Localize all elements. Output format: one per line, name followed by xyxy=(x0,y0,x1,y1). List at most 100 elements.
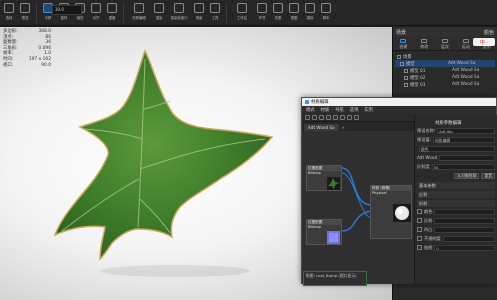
toolbar-button-label: 旋转 xyxy=(60,15,68,20)
parameter-row: 预设值: 材质编辑 xyxy=(417,135,495,144)
scene-row[interactable]: 场景 xyxy=(395,53,495,60)
tool-button-icon[interactable] xyxy=(312,114,317,120)
scene-row-name: 模型 01 xyxy=(410,68,426,74)
toolbar-button-label: 对齐 xyxy=(92,15,100,20)
select-icon xyxy=(4,3,14,13)
toolbar-button-script[interactable]: 脚本 xyxy=(319,2,333,24)
tool-button-icon[interactable] xyxy=(326,114,331,120)
toolbar-button-simulation[interactable]: 模拟 xyxy=(303,2,317,24)
parameter-field[interactable]: 颜色 xyxy=(419,145,495,152)
parameter-field[interactable]: 材质编辑 xyxy=(432,136,495,143)
visibility-checkbox[interactable] xyxy=(397,54,401,59)
toolbar-button-material-editor[interactable]: 材质编辑 xyxy=(128,2,150,24)
toolbar-button-environment[interactable]: 环境 xyxy=(255,2,269,24)
toolbar-button-effects[interactable]: 效果 xyxy=(271,2,285,24)
toolbar-button-label: 渲染帧窗口 xyxy=(170,15,188,20)
visibility-checkbox[interactable] xyxy=(404,68,408,73)
scene-row[interactable]: 模型 Adt Wood Sa xyxy=(395,60,495,67)
parameter-section[interactable]: 折射 xyxy=(417,200,495,207)
map-label: 不透明度 xyxy=(424,235,441,241)
coordinate-field[interactable]: 30.0 xyxy=(52,5,82,15)
scene-row[interactable]: 模型 03 Adt Wood Sa xyxy=(395,81,495,88)
toolbar-button-view[interactable]: 视图 xyxy=(287,2,301,24)
node-subtitle: Bitmap xyxy=(307,225,341,230)
menu-item[interactable]: 材质 xyxy=(321,107,330,113)
ivy-leaf-model[interactable] xyxy=(50,49,300,279)
toolbar-button-scene[interactable]: 场景 xyxy=(192,2,206,24)
visibility-checkbox[interactable] xyxy=(404,82,408,87)
tool-button-icon[interactable] xyxy=(333,114,338,120)
physical-material-node[interactable]: 材质 (物理) Physical xyxy=(370,185,412,239)
effects-icon xyxy=(273,3,283,13)
scene-row[interactable]: 模型 01 Adt Wood Sa xyxy=(395,67,495,74)
ime-indicator[interactable]: 中 · xyxy=(473,38,495,46)
scene-icon xyxy=(194,3,204,13)
parameter-section[interactable]: 基本参数 xyxy=(417,182,495,189)
menu-item[interactable]: 导航 xyxy=(335,107,344,113)
tool-button-icon[interactable] xyxy=(340,114,345,120)
material-parameter-panel: 材质参数编辑 预设名称: Adt Wo 预设值: 材质编辑 颜色 Adt Wood 反射度 5… xyxy=(414,115,497,284)
toolbar-button-label: 重做 xyxy=(108,15,116,20)
map-slot-icon[interactable] xyxy=(417,209,422,214)
map-field[interactable] xyxy=(442,235,495,242)
scene-row-material: Adt Wood Sa xyxy=(452,68,480,73)
reset-button[interactable]: 重置 xyxy=(481,172,495,179)
map-label: 颜色 xyxy=(424,208,433,214)
map-slot-icon[interactable] xyxy=(417,236,422,241)
parameter-field[interactable]: 50 xyxy=(431,163,495,170)
material-editor-icon xyxy=(134,3,144,13)
map-field[interactable] xyxy=(434,208,495,215)
parameter-buttons: 从对象拾取 重置 xyxy=(417,171,495,180)
scene-row[interactable]: 模型 02 Adt Wood Sa xyxy=(395,74,495,81)
map-field[interactable] xyxy=(434,226,495,233)
material-editor-title: 材质编辑 xyxy=(311,100,329,105)
map-slot-icon[interactable] xyxy=(417,218,422,223)
tab-create[interactable]: 创建 xyxy=(393,37,414,50)
material-editor-titlebar[interactable]: 材质编辑 xyxy=(302,98,496,106)
tool-button-icon[interactable] xyxy=(354,114,359,120)
toolbar-button-render-frame[interactable]: 渲染帧窗口 xyxy=(168,2,190,24)
bump-thumbnail-icon xyxy=(327,231,340,244)
node-graph-canvas[interactable]: Adt Wood Sa × 位图贴图 Bitmap 位图贴图 Bitmap 材质… xyxy=(302,123,414,286)
parameter-field[interactable] xyxy=(439,154,495,161)
toolbar-button-label: 框选 xyxy=(21,15,29,20)
toolbar-button-workspace[interactable]: 工作区 xyxy=(231,2,253,24)
render-icon xyxy=(154,3,164,13)
menu-item[interactable]: 模式 xyxy=(306,107,315,113)
toolbar-button-tools[interactable]: 工具 xyxy=(208,2,222,24)
tool-button-icon[interactable] xyxy=(305,114,310,120)
command-panel-header: 场景 颜色 xyxy=(393,27,497,37)
map-label: 凹凸 xyxy=(424,226,433,232)
pick-from-object-button[interactable]: 从对象拾取 xyxy=(454,172,480,179)
bitmap-node-bump[interactable]: 位图贴图 Bitmap xyxy=(306,219,342,245)
scene-row-material: Adt Wood Sa xyxy=(448,61,476,66)
map-row: 颜色 xyxy=(417,207,495,216)
toolbar-button-rect-select[interactable]: 框选 xyxy=(18,2,32,24)
parameter-section[interactable]: 反射 xyxy=(417,191,495,198)
map-field[interactable] xyxy=(434,217,495,224)
tool-button-icon[interactable] xyxy=(347,114,352,120)
toolbar-button-redo[interactable]: 重做 xyxy=(105,2,119,24)
map-slot-icon[interactable] xyxy=(417,245,422,250)
visibility-checkbox[interactable] xyxy=(404,75,408,80)
menu-item[interactable]: 实用 xyxy=(364,107,373,113)
bitmap-node-leaf[interactable]: 位图贴图 Bitmap xyxy=(306,165,342,191)
tab-modify[interactable]: 修改 xyxy=(414,37,435,50)
toolbar-button-render[interactable]: 渲染 xyxy=(152,2,166,24)
toolbar-button-select[interactable]: 选择 xyxy=(2,2,16,24)
parameter-row: 预设名称: Adt Wo xyxy=(417,126,495,135)
rect-select-icon xyxy=(20,3,30,13)
map-slot-icon[interactable] xyxy=(417,227,422,232)
viewport-stats: 多边形: 368.0 顶点: 86 面数量: 36 三角形: 0.096 帧率: 1.0 时间: 19… xyxy=(3,29,51,68)
toolbar-button-label: 平移 xyxy=(44,15,52,20)
scene-row-material: Adt Wood Sa xyxy=(452,82,480,87)
map-field[interactable]: 0 xyxy=(434,244,495,251)
scene-row-name: 场景 xyxy=(403,54,412,60)
parameter-field[interactable]: Adt Wo xyxy=(437,127,495,134)
material-editor-menubar: 模式 材质 导航 选项 实用 xyxy=(302,106,496,113)
visibility-checkbox[interactable] xyxy=(400,61,404,66)
tab-hierarchy[interactable]: 层次 xyxy=(435,37,456,50)
toolbar-button-align[interactable]: 对齐 xyxy=(89,2,103,24)
menu-item[interactable]: 选项 xyxy=(350,107,359,113)
tool-button-icon[interactable] xyxy=(319,114,324,120)
